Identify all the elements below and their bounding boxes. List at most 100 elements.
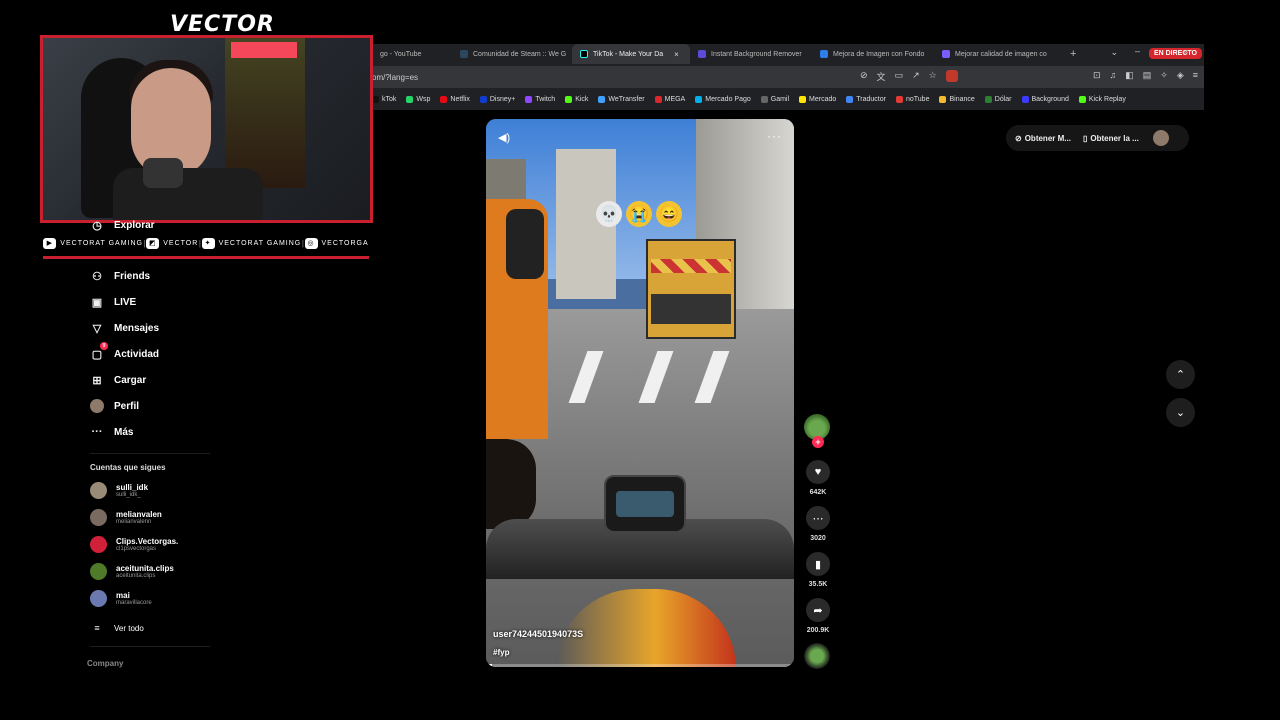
share-count: 200.9K: [806, 627, 830, 634]
avatar[interactable]: [1152, 130, 1169, 146]
bookmark-item[interactable]: Netflix: [440, 95, 470, 103]
tab-background-remover[interactable]: Instant Background Remover: [690, 44, 812, 64]
sidebar-item-live[interactable]: ▣ LIVE: [90, 295, 136, 309]
bookmarks-more-button[interactable]: »: [1183, 47, 1188, 57]
sidebar-item-label: Explorar: [114, 219, 155, 231]
more-options-icon[interactable]: ···: [767, 129, 782, 143]
bookmark-item[interactable]: WeTransfer: [598, 95, 645, 103]
star-icon[interactable]: ☆: [929, 70, 937, 83]
bookmark-item[interactable]: Gamil: [760, 95, 789, 103]
video-hashtag[interactable]: #fyp: [493, 648, 509, 657]
wallet-icon[interactable]: ▤: [1143, 70, 1152, 81]
bookmark-item[interactable]: noTube: [895, 95, 929, 103]
music-icon[interactable]: ♫: [1109, 70, 1116, 81]
ai-icon[interactable]: ✧: [1160, 70, 1168, 81]
tab-tiktok[interactable]: TikTok - Make Your Da ×: [572, 44, 690, 64]
messages-icon: ▽: [92, 322, 102, 335]
sidebar-item-friends[interactable]: ⚇ Friends: [90, 269, 150, 283]
bookmark-item[interactable]: Wsp: [406, 95, 430, 103]
social-label: VECTORAT GAMING: [60, 240, 143, 247]
follow-button[interactable]: +: [812, 436, 824, 448]
bookmark-icon[interactable]: ▮: [806, 552, 830, 576]
microphone: [143, 158, 183, 188]
heart-icon[interactable]: ♥: [806, 460, 830, 484]
social-label: VECTORAT GAMING: [218, 240, 302, 247]
like-action[interactable]: ♥ 642K: [805, 460, 831, 496]
see-all-label: Ver todo: [114, 623, 144, 633]
bookmark-item[interactable]: Disney+: [479, 95, 515, 103]
volume-icon[interactable]: ◀): [498, 131, 510, 144]
video-progress[interactable]: [486, 664, 794, 667]
vpn-icon[interactable]: ◈: [1177, 70, 1184, 81]
close-tab-icon[interactable]: ×: [674, 50, 679, 59]
sidebar-icon[interactable]: ◧: [1125, 70, 1134, 81]
bookmark-item[interactable]: kTok: [372, 95, 396, 103]
bookmark-label: Mercado: [809, 95, 837, 103]
cast-icon[interactable]: ▭: [895, 70, 904, 83]
next-video-button[interactable]: ⌄: [1166, 398, 1195, 427]
following-account[interactable]: mai maravillacore: [90, 590, 152, 607]
comment-icon[interactable]: ⋯: [806, 506, 830, 530]
following-account[interactable]: melianvalen melianvalenn: [90, 509, 162, 526]
sidebar-item-mensajes[interactable]: ▽ Mensajes: [90, 321, 159, 335]
upload-icon: ⊞: [92, 374, 102, 387]
social-twitter: ✦ VECTORAT GAMING: [201, 238, 302, 249]
address-bar[interactable]: om/?lang=es ⊘ 文 ▭ ↗ ☆ ⊡ ♫ ◧ ▤ ✧ ◈ ≡: [372, 66, 1204, 88]
toolbar-icons: ⊡ ♫ ◧ ▤ ✧ ◈ ≡: [1093, 70, 1198, 81]
get-coins-button[interactable]: ⊘ Obtener M...: [1015, 134, 1071, 143]
sidebar-item-explorar[interactable]: ◷ Explorar: [90, 218, 155, 232]
company-link[interactable]: Company: [87, 659, 123, 668]
previous-video-button[interactable]: ⌃: [1166, 360, 1195, 389]
tab-strip: go - YouTube Comunidad de Steam :: We G …: [372, 44, 1204, 64]
more-icon: ···: [91, 426, 103, 438]
sidebar-item-actividad[interactable]: ▢ 9 Actividad: [90, 342, 159, 361]
sidebar-item-label: LIVE: [114, 296, 137, 308]
following-account[interactable]: aceitunita.clips aceitunita.clips: [90, 563, 174, 580]
bookmark-item[interactable]: Dólar: [984, 95, 1012, 103]
bookmark-item[interactable]: Mercado Pago: [695, 95, 751, 103]
tab-image-quality[interactable]: Mejorar calidad de imagen co: [934, 44, 1058, 64]
divider: [90, 646, 210, 647]
bookmark-item[interactable]: Kick Replay: [1078, 95, 1126, 103]
bookmark-item[interactable]: Traductor: [846, 95, 886, 103]
menu-icon[interactable]: ≡: [1193, 70, 1198, 81]
sidebar-item-mas[interactable]: ··· Más: [90, 425, 134, 439]
bookmark-item[interactable]: Twitch: [525, 95, 555, 103]
sidebar-item-perfil[interactable]: Perfil: [90, 399, 139, 413]
sidebar-item-cargar[interactable]: ⊞ Cargar: [90, 373, 146, 387]
bookmark-item[interactable]: Background: [1021, 95, 1069, 103]
screenshot-icon[interactable]: ⊡: [1093, 70, 1101, 81]
account-name: aceitunita.clips: [116, 564, 174, 573]
following-account[interactable]: Clips.Vectorgas. cl1psvectorgas: [90, 536, 178, 553]
save-action[interactable]: ▮ 35.5K: [805, 552, 831, 588]
bookmark-item[interactable]: MEGA: [654, 95, 685, 103]
bookmark-label: WeTransfer: [608, 95, 645, 103]
webcam-overlay: [40, 35, 373, 223]
tab-steam[interactable]: Comunidad de Steam :: We G: [452, 44, 572, 64]
see-all-button[interactable]: ≡ Ver todo: [90, 621, 144, 635]
translate-icon[interactable]: 文: [877, 70, 886, 83]
music-disc-icon[interactable]: [804, 643, 830, 669]
video-username[interactable]: user7424450194073S: [493, 629, 583, 639]
social-bar: ▶ VECTORAT GAMING | ◩ VECTOR | ✦ VECTORA…: [43, 231, 369, 259]
no-tracking-icon[interactable]: ⊘: [860, 70, 868, 83]
share-icon[interactable]: ↗: [912, 70, 920, 83]
minimize-icon[interactable]: –: [1135, 46, 1140, 56]
new-tab-button[interactable]: +: [1058, 48, 1088, 60]
tab-image-enhance[interactable]: Mejora de Imagen con Fondo: [812, 44, 934, 64]
comment-action[interactable]: ⋯ 3020: [805, 506, 831, 542]
bookmark-item[interactable]: Binance: [939, 95, 975, 103]
emoji-overlay: 💀 😭 😄: [596, 201, 682, 227]
share-icon[interactable]: ➦: [806, 598, 830, 622]
bookmark-item[interactable]: Mercado: [799, 95, 837, 103]
url-text[interactable]: om/?lang=es: [372, 73, 418, 82]
extension-icon[interactable]: [945, 70, 958, 82]
bookmark-item[interactable]: Kick: [565, 95, 588, 103]
tab-search-icon[interactable]: ⌄: [1110, 47, 1118, 58]
share-action[interactable]: ➦ 200.9K: [805, 598, 831, 634]
get-app-button[interactable]: ▯ Obtener la ...: [1083, 134, 1139, 143]
video-player[interactable]: 💀 😭 😄 ◀) ··· user7424450194073S #fyp: [486, 119, 794, 667]
tab-youtube[interactable]: go - YouTube: [372, 44, 452, 64]
live-badge: EN DIRECTO: [1148, 48, 1202, 59]
following-account[interactable]: sulli_idk sulli_idk_: [90, 482, 148, 499]
